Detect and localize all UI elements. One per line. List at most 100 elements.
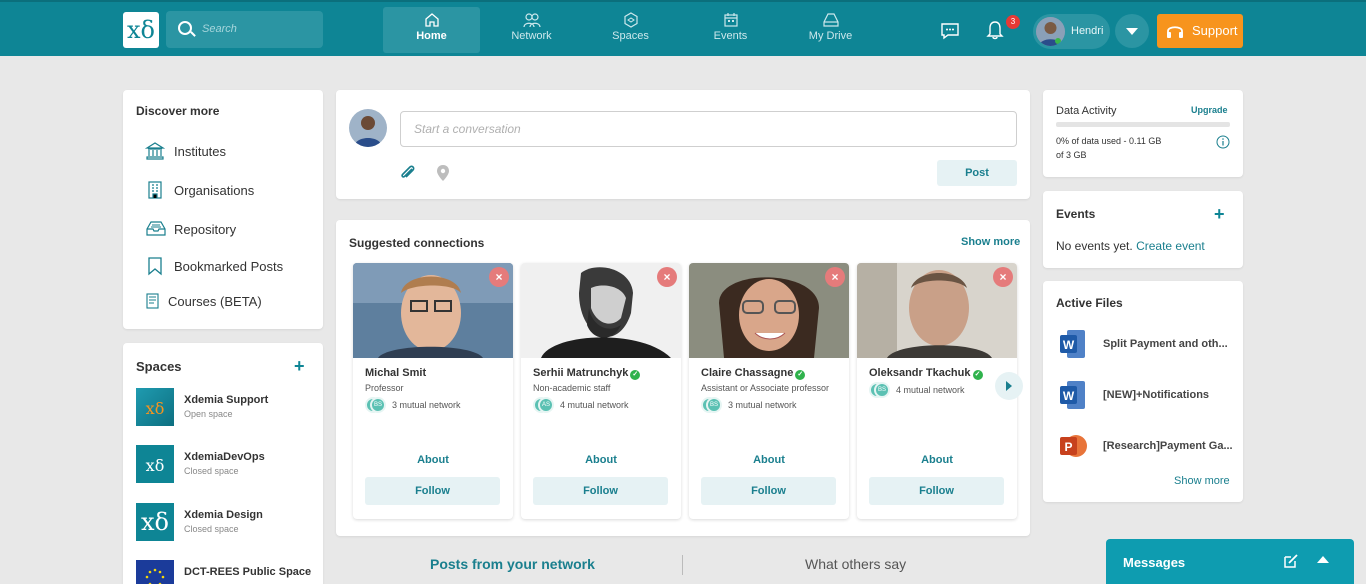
space-item[interactable]: xδ Xdemia Design Closed space xyxy=(136,503,316,543)
eu-flag-logo xyxy=(136,560,174,584)
suggested-connections-card: Suggested connections Show more × Michal… xyxy=(336,220,1030,536)
info-icon[interactable] xyxy=(1216,135,1230,149)
about-link[interactable]: About xyxy=(521,454,681,466)
spaces-card: Spaces + xδ Xdemia Support Open space xδ… xyxy=(123,343,323,584)
add-space-button[interactable]: + xyxy=(294,357,305,375)
discover-item-label: Organisations xyxy=(174,183,255,198)
about-link[interactable]: About xyxy=(689,454,849,466)
user-dropdown-button[interactable] xyxy=(1115,14,1149,48)
space-item[interactable]: xδ Xdemia Support Open space xyxy=(136,388,316,428)
location-icon[interactable] xyxy=(435,164,451,182)
discover-item-label: Repository xyxy=(174,222,237,237)
connection-role: Professor xyxy=(365,383,404,393)
data-activity-title: Data Activity xyxy=(1056,105,1117,117)
nav-my-drive[interactable]: My Drive xyxy=(782,7,879,53)
dismiss-suggestion-button[interactable]: × xyxy=(993,267,1013,287)
svg-text:P: P xyxy=(1064,440,1072,454)
space-item[interactable]: xδ XdemiaDevOps Closed space xyxy=(136,445,316,485)
search-icon xyxy=(178,21,192,35)
compose-icon[interactable] xyxy=(1283,553,1299,569)
events-card: Events + No events yet. Create event xyxy=(1043,191,1243,268)
top-navigation-bar: xδ Home Network Spaces Events My Drive 3 xyxy=(0,0,1366,56)
nav-events-label: Events xyxy=(713,30,748,42)
user-avatar xyxy=(1036,17,1065,46)
follow-button[interactable]: Follow xyxy=(365,477,500,505)
space-type: Closed space xyxy=(184,466,239,476)
headset-icon xyxy=(1167,26,1183,38)
connection-name: Claire Chassagne ✓ xyxy=(701,367,806,380)
connection-role: Assistant or Associate professor xyxy=(701,383,830,393)
search-box[interactable] xyxy=(166,11,323,48)
notification-badge: 3 xyxy=(1006,15,1020,29)
discover-item-label: Courses (BETA) xyxy=(168,294,262,309)
nav-network-label: Network xyxy=(511,30,552,42)
nav-drive-label: My Drive xyxy=(808,30,853,42)
next-suggestions-button[interactable] xyxy=(995,372,1023,400)
messages-panel[interactable]: Messages xyxy=(1106,539,1354,584)
connection-card: × Michal Smit Professor BS 3 mutual netw… xyxy=(353,263,513,519)
spaces-title: Spaces xyxy=(136,359,182,374)
mutual-network: BS 3 mutual network xyxy=(365,397,507,413)
file-name: [NEW]+Notifications xyxy=(1103,389,1210,401)
user-name: Hendri xyxy=(1071,25,1104,37)
mutual-count: 4 mutual network xyxy=(560,400,629,410)
mutual-count: 3 mutual network xyxy=(392,400,461,410)
data-used-line1: 0% of data used - 0.11 GB xyxy=(1056,136,1162,146)
word-file-icon: W xyxy=(1060,381,1085,409)
connection-name: Oleksandr Tkachuk ✓ xyxy=(869,367,983,380)
user-menu[interactable]: Hendri xyxy=(1033,14,1110,49)
about-link[interactable]: About xyxy=(353,454,513,466)
nav-events[interactable]: Events xyxy=(682,7,779,53)
mutual-network: BS 4 mutual network xyxy=(869,382,1011,398)
xdemia-logo[interactable]: xδ xyxy=(123,12,159,48)
conversation-input[interactable] xyxy=(400,111,1017,147)
data-usage-bar xyxy=(1056,122,1230,127)
dismiss-suggestion-button[interactable]: × xyxy=(825,267,845,287)
bell-icon[interactable] xyxy=(986,20,1004,40)
nav-spaces[interactable]: Spaces xyxy=(582,7,679,53)
follow-button[interactable]: Follow xyxy=(701,477,836,505)
chat-icon[interactable] xyxy=(940,22,960,40)
mutual-count: 3 mutual network xyxy=(728,400,797,410)
file-item[interactable]: W Split Payment and oth... xyxy=(1059,328,1239,362)
discover-more-card: Discover more Institutes Organisations R… xyxy=(123,90,323,329)
upgrade-link[interactable]: Upgrade xyxy=(1191,105,1228,115)
connection-name: Michal Smit xyxy=(365,367,427,379)
space-name: Xdemia Design xyxy=(184,509,263,521)
nav-network[interactable]: Network xyxy=(483,7,580,53)
file-item[interactable]: W [NEW]+Notifications xyxy=(1059,379,1239,413)
word-file-icon: W xyxy=(1060,330,1085,358)
messages-title: Messages xyxy=(1123,555,1186,570)
nav-home[interactable]: Home xyxy=(383,7,480,53)
attachment-icon[interactable] xyxy=(399,163,417,183)
discover-item-label: Bookmarked Posts xyxy=(174,259,284,274)
dismiss-suggestion-button[interactable]: × xyxy=(657,267,677,287)
follow-button[interactable]: Follow xyxy=(533,477,668,505)
active-files-title: Active Files xyxy=(1056,296,1123,310)
file-item[interactable]: P [Research]Payment Ga... xyxy=(1059,430,1239,464)
expand-messages-icon[interactable] xyxy=(1317,556,1329,563)
follow-button[interactable]: Follow xyxy=(869,477,1004,505)
about-link[interactable]: About xyxy=(857,454,1017,466)
events-empty-text: No events yet. xyxy=(1056,239,1133,253)
svg-text:W: W xyxy=(1063,389,1075,403)
space-item[interactable]: DCT-REES Public Space xyxy=(136,560,316,584)
suggested-show-more[interactable]: Show more xyxy=(961,236,1020,248)
create-event-link[interactable]: Create event xyxy=(1136,239,1205,253)
space-name: DCT-REES Public Space xyxy=(184,566,312,578)
verified-icon: ✓ xyxy=(795,370,806,380)
tab-posts-from-network[interactable]: Posts from your network xyxy=(430,556,595,572)
search-input[interactable] xyxy=(202,19,312,39)
support-button[interactable]: Support xyxy=(1157,14,1243,48)
events-empty-line: No events yet. Create event xyxy=(1056,239,1205,253)
post-button[interactable]: Post xyxy=(937,160,1017,186)
dismiss-suggestion-button[interactable]: × xyxy=(489,267,509,287)
space-type: Closed space xyxy=(184,524,239,534)
add-event-button[interactable]: + xyxy=(1214,205,1225,223)
post-composer: Post xyxy=(336,90,1030,199)
active-files-show-more[interactable]: Show more xyxy=(1174,475,1230,487)
discover-title: Discover more xyxy=(136,104,220,118)
support-label: Support xyxy=(1192,23,1238,38)
tab-what-others-say[interactable]: What others say xyxy=(805,556,906,572)
nav-spaces-label: Spaces xyxy=(612,30,649,42)
